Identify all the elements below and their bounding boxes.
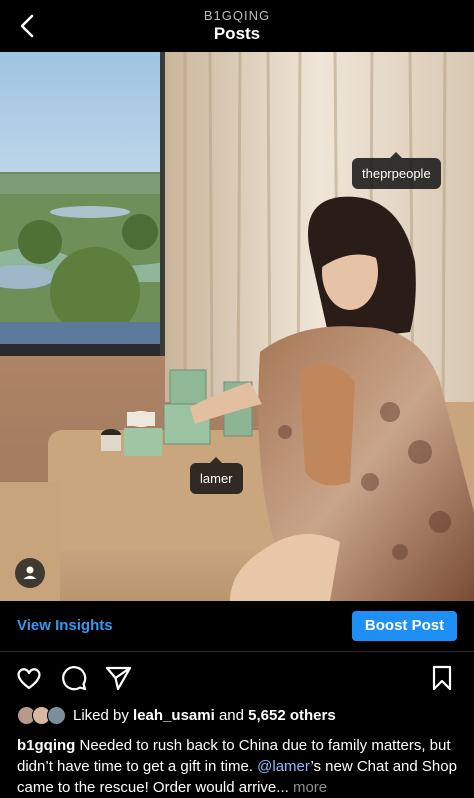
caption-mention[interactable]: @lamer: [257, 758, 310, 775]
user-tag-icon: [23, 566, 37, 579]
likes-row[interactable]: Liked by leah_usami and 5,652 others: [17, 706, 457, 726]
caption-more-link[interactable]: more: [293, 779, 327, 796]
likes-prefix: Liked by: [73, 707, 129, 724]
photo-tag-theprpeople[interactable]: theprpeople: [352, 152, 441, 189]
caption-username[interactable]: b1gqing: [17, 737, 75, 754]
top-nav-bar: B1GQING Posts: [0, 0, 474, 52]
header-username: B1GQING: [203, 8, 271, 23]
comment-icon[interactable]: [59, 663, 89, 693]
send-icon[interactable]: [103, 663, 133, 693]
tagged-users-button[interactable]: [15, 558, 45, 588]
likes-joiner: and: [218, 707, 244, 724]
avatar: [47, 706, 66, 725]
photo-tag-lamer[interactable]: lamer: [190, 457, 243, 494]
page-title: Posts: [213, 24, 261, 43]
boost-post-button[interactable]: Boost Post: [352, 611, 457, 641]
post-caption: b1gqing Needed to rush back to China due…: [17, 735, 457, 798]
heart-icon[interactable]: [14, 663, 44, 693]
post-actions: [0, 660, 474, 696]
post-photo[interactable]: theprpeople lamer: [0, 52, 474, 601]
liker-avatars: [17, 706, 69, 725]
view-insights-link[interactable]: View Insights: [17, 617, 113, 634]
liker-username[interactable]: leah_usami: [133, 707, 215, 724]
bookmark-icon[interactable]: [427, 663, 457, 693]
post-image: [0, 52, 474, 601]
likes-text: Liked by leah_usami and 5,652 others: [73, 707, 336, 724]
likes-count[interactable]: 5,652 others: [248, 707, 336, 724]
